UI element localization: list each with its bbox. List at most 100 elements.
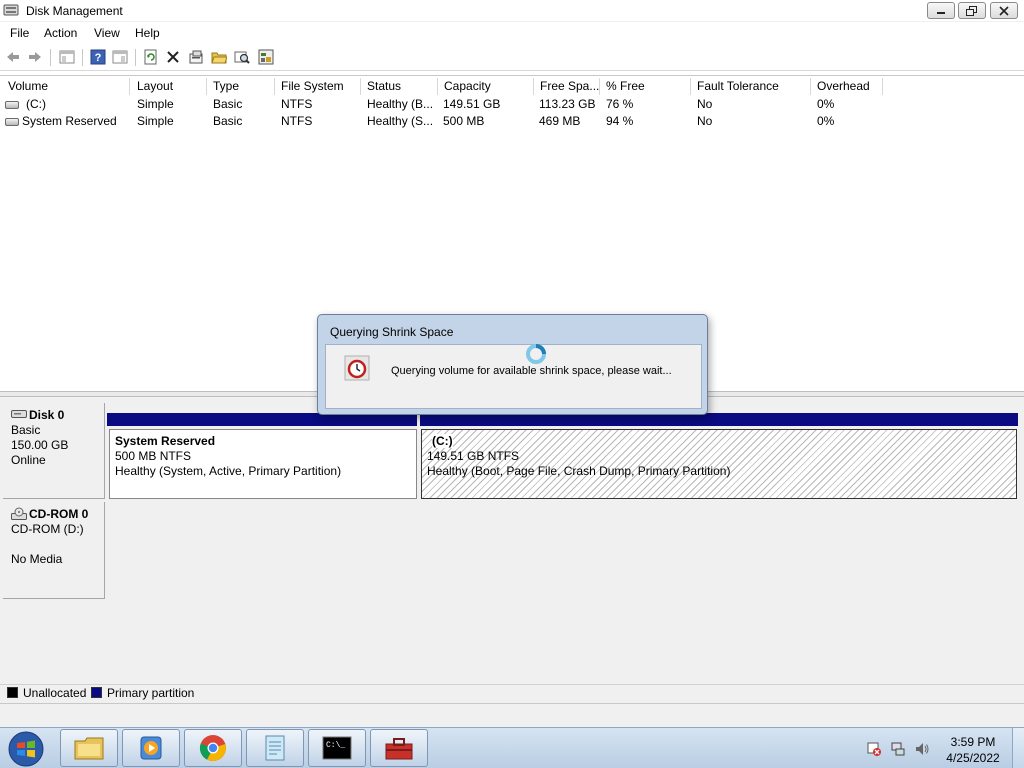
volume-capacity: 149.51 GB <box>443 97 501 111</box>
disk-size: 150.00 GB <box>11 438 69 452</box>
volume-status: Healthy (S... <box>367 114 434 128</box>
restore-icon <box>966 5 977 16</box>
column-header-fault-tolerance[interactable]: Fault Tolerance <box>691 78 811 95</box>
show-desktop-button[interactable] <box>1012 728 1024 768</box>
taskbar-chrome[interactable] <box>184 729 242 767</box>
legend-unallocated-label: Unallocated <box>23 686 87 700</box>
partition-status: Healthy (System, Active, Primary Partiti… <box>115 464 342 478</box>
disk-0-label[interactable]: Disk 0 Basic 150.00 GB Online <box>3 403 105 499</box>
partition-size: 149.51 GB NTFS <box>427 449 520 463</box>
command-prompt-icon: C:\_ <box>322 736 352 760</box>
taskbar-notepad[interactable] <box>246 729 304 767</box>
column-header-file-system[interactable]: File System <box>275 78 361 95</box>
open-icon[interactable] <box>210 48 228 66</box>
volume-type: Basic <box>213 114 243 128</box>
column-header-free-space[interactable]: Free Spa... <box>534 78 600 95</box>
legend-primary-label: Primary partition <box>107 686 195 700</box>
cdrom-status: No Media <box>11 552 63 566</box>
column-header-status[interactable]: Status <box>361 78 438 95</box>
clock-time: 3:59 PM <box>950 735 996 749</box>
refresh-icon[interactable] <box>142 48 160 66</box>
clock-icon <box>344 355 370 381</box>
back-icon[interactable] <box>4 48 22 66</box>
help-icon[interactable]: ? <box>89 48 107 66</box>
partition-system-reserved[interactable]: System Reserved 500 MB NTFS Healthy (Sys… <box>109 429 417 499</box>
explore-icon[interactable] <box>233 48 251 66</box>
taskbar-windows-explorer[interactable] <box>60 729 118 767</box>
help-topic-icon[interactable] <box>257 48 275 66</box>
properties-icon-2[interactable] <box>187 48 205 66</box>
column-header-volume[interactable]: Volume <box>2 78 130 95</box>
busy-cursor-icon <box>526 344 546 364</box>
windows-media-player-icon <box>140 736 162 760</box>
forward-icon[interactable] <box>26 48 44 66</box>
column-header-percent-free[interactable]: % Free <box>600 78 691 95</box>
menu-view[interactable]: View <box>94 26 120 40</box>
volume-icon <box>5 101 19 109</box>
volume-fault-tolerance: No <box>697 114 713 128</box>
show-hide-console-tree-icon[interactable] <box>58 48 76 66</box>
disk-management-icon <box>3 4 19 16</box>
restore-button[interactable] <box>958 2 986 19</box>
windows-explorer-icon <box>74 737 104 760</box>
volume-overhead: 0% <box>817 114 835 128</box>
volume-icon <box>5 118 19 126</box>
column-header-overhead[interactable]: Overhead <box>811 78 883 95</box>
status-bar <box>0 703 1024 727</box>
menu-action[interactable]: Action <box>44 26 77 40</box>
disk-name: Disk 0 <box>29 408 65 422</box>
disk-map: Disk 0 Basic 150.00 GB Online System Res… <box>0 397 1024 684</box>
properties-icon[interactable] <box>111 48 129 66</box>
volume-free-space: 113.23 GB <box>539 97 596 111</box>
partition-name: System Reserved <box>115 434 216 448</box>
volume-capacity: 500 MB <box>443 114 485 128</box>
start-button[interactable] <box>6 730 46 768</box>
taskbar-toolbox[interactable] <box>370 729 428 767</box>
volume-free-space: 469 MB <box>539 114 581 128</box>
cdrom-icon <box>11 507 27 520</box>
partition-size: 500 MB NTFS <box>115 449 192 463</box>
taskbar-command-prompt[interactable]: C:\_ <box>308 729 366 767</box>
toolbar-separator <box>50 49 51 66</box>
legend: Unallocated Primary partition <box>0 684 1024 703</box>
close-button[interactable] <box>990 2 1018 19</box>
disk-0-partitions: System Reserved 500 MB NTFS Healthy (Sys… <box>105 403 1020 499</box>
minimize-button[interactable] <box>927 2 955 19</box>
delete-icon[interactable] <box>164 48 182 66</box>
column-header-capacity[interactable]: Capacity <box>438 78 534 95</box>
svg-text:?: ? <box>95 52 102 64</box>
network-icon[interactable] <box>890 741 906 757</box>
volume-percent-free: 76 % <box>606 97 634 111</box>
volume-status: Healthy (B... <box>367 97 434 111</box>
chrome-icon <box>199 735 226 762</box>
svg-text:C:\_: C:\_ <box>326 741 345 750</box>
disk-type: Basic <box>11 423 41 437</box>
cdrom-0-label[interactable]: CD-ROM 0 CD-ROM (D:) No Media <box>3 502 105 599</box>
notepad-icon <box>265 735 285 761</box>
partition-name: (C:) <box>432 434 453 448</box>
partition-c[interactable]: (C:) 149.51 GB NTFS Healthy (Boot, Page … <box>421 429 1017 499</box>
disk-status: Online <box>11 453 46 467</box>
menu-help[interactable]: Help <box>135 26 160 40</box>
minimize-icon <box>937 11 945 14</box>
action-center-icon[interactable] <box>866 741 882 757</box>
clock-date: 4/25/2022 <box>946 751 1000 765</box>
dialog-message: Querying volume for available shrink spa… <box>391 365 672 377</box>
system-clock[interactable]: 3:59 PM 4/25/2022 <box>938 734 1008 766</box>
legend-unallocated-swatch <box>7 687 18 698</box>
volume-icon[interactable] <box>914 741 930 757</box>
volume-type: Basic <box>213 97 243 111</box>
column-header-type[interactable]: Type <box>207 78 275 95</box>
toolbar: ? <box>0 44 1024 71</box>
cdrom-name: CD-ROM 0 <box>29 507 89 521</box>
volume-file-system: NTFS <box>281 114 313 128</box>
querying-shrink-space-dialog[interactable]: Querying Shrink Space Querying volume fo… <box>317 314 708 415</box>
menu-file[interactable]: File <box>10 26 29 40</box>
volume-fault-tolerance: No <box>697 97 713 111</box>
column-header-layout[interactable]: Layout <box>131 78 207 95</box>
cdrom-0-area <box>105 502 1020 599</box>
dialog-title: Querying Shrink Space <box>330 325 454 339</box>
volume-name: System Reserved <box>22 114 117 128</box>
taskbar-windows-media-player[interactable] <box>122 729 180 767</box>
menu-bar: File Action View Help <box>0 22 1024 43</box>
